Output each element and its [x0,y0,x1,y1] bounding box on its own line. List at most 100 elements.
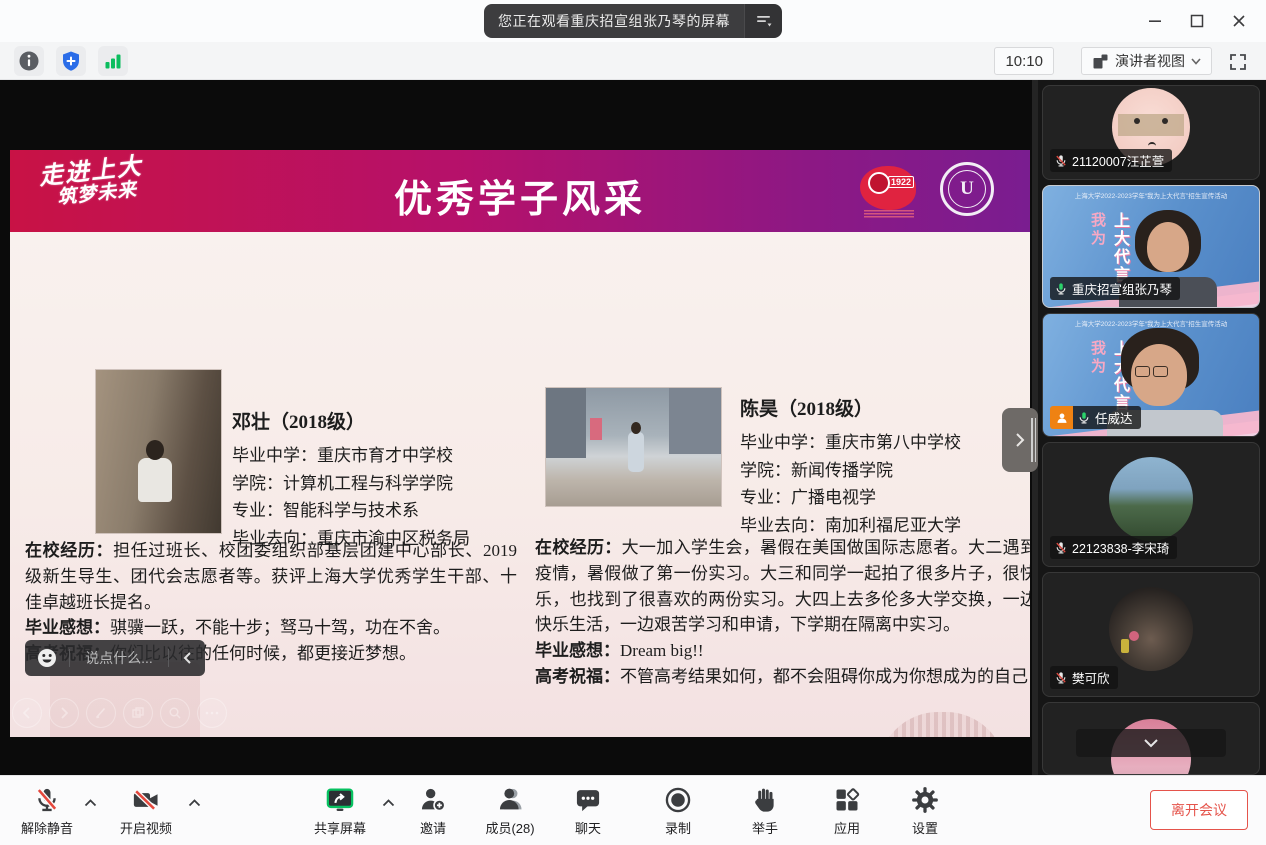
annotation-toolbar [12,698,227,728]
raise-hand-button[interactable]: 举手 [751,786,779,837]
university-seal-logo: U [940,162,994,216]
layout-icon [1092,53,1109,70]
participant-tile[interactable]: 樊可欣 [1042,572,1260,697]
meeting-toolbar-bottom: 解除静音 开启视频 共享屏幕 [0,775,1266,845]
student2-info-block: 陈昊（2018级） 毕业中学：重庆市第八中学校 学院：新闻传播学院 专业：广播电… [740,394,1025,539]
year-1922-label: 1922 [888,176,914,188]
shield-icon [60,50,82,72]
members-icon [496,786,524,814]
mic-on-icon [1054,282,1068,296]
student2-name: 陈昊（2018级） [740,394,1025,421]
close-icon [1232,14,1246,28]
participant-name: 任威达 [1095,408,1133,427]
maximize-icon [1190,14,1204,28]
mic-on-icon [1077,411,1091,425]
chevron-down-icon [1143,738,1159,748]
host-badge-icon [1050,406,1073,429]
menu-lines-icon [755,13,773,29]
maximize-button[interactable] [1184,8,1210,34]
view-mode-selector[interactable]: 演讲者视图 [1081,47,1212,75]
video-options-caret[interactable] [188,794,201,812]
student2-story: 在校经历：大一加入学生会，暑假在美国做国际志愿者。大二遇到疫情，暑假做了第一份实… [535,535,1030,690]
share-screen-icon [325,786,355,814]
camera-muted-icon [131,786,161,814]
more-tools-button[interactable] [197,698,227,728]
avatar [1109,457,1193,541]
mic-muted-icon [1054,154,1068,168]
student2-photo [545,387,722,507]
record-icon [664,786,692,814]
chat-input[interactable]: 说点什么... [70,648,168,668]
participants-sidebar: 21120007汪芷萱 上海大学2022-2023学年“我为上大代言”招生宣传活… [1038,80,1266,775]
collapse-chat-button[interactable] [169,651,205,665]
banner-menu-button[interactable] [744,4,782,38]
student1-name: 邓壮（2018级） [232,407,522,434]
shared-screen-region: 走进上大 筑梦未来 优秀学子风采 1922 U 自强不息 [0,80,1032,775]
slide-header-banner: 走进上大 筑梦未来 优秀学子风采 1922 U [10,150,1030,232]
participant-name: 21120007汪芷萱 [1072,151,1164,170]
virtual-bg-caption: 上海大学2022-2023学年“我为上大代言”招生宣传活动 [1043,190,1259,200]
student1-info-block: 邓壮（2018级） 毕业中学：重庆市育才中学校 学院：计算机工程与科学学院 专业… [232,407,522,552]
minimize-icon [1148,14,1162,28]
unmute-button[interactable]: 解除静音 [21,786,73,837]
settings-button[interactable]: 设置 [911,786,939,837]
participant-name: 22123838-李宋琦 [1072,538,1169,557]
apps-button[interactable]: 应用 [833,786,861,837]
start-video-button[interactable]: 开启视频 [120,786,172,837]
magnifier-tool-button[interactable] [160,698,190,728]
chat-bubble-icon [574,786,602,814]
members-button[interactable]: 成员(28) [485,786,534,837]
info-icon [18,50,40,72]
share-screen-button[interactable]: 共享屏幕 [314,786,366,837]
fullscreen-icon [1228,52,1248,72]
meeting-toolbar-top: 10:10 演讲者视图 [0,42,1266,80]
fullscreen-button[interactable] [1224,48,1252,76]
window-controls [1142,8,1252,34]
emoji-button[interactable] [25,647,69,669]
view-mode-label: 演讲者视图 [1115,51,1185,71]
meeting-security-button[interactable] [56,46,86,76]
record-button[interactable]: 录制 [664,786,692,837]
smiley-icon [36,647,58,669]
apps-grid-icon [833,786,861,814]
leave-meeting-button[interactable]: 离开会议 [1150,790,1248,830]
chevron-left-icon [182,651,193,665]
meeting-clock: 10:10 [994,47,1054,75]
participant-tile-presenter[interactable]: 上海大学2022-2023学年“我为上大代言”招生宣传活动 我为 上大代言 重庆… [1042,185,1260,308]
centennial-1922-logo: 1922 [860,162,918,220]
next-page-button[interactable] [49,698,79,728]
mic-options-caret[interactable] [84,794,97,812]
gear-icon [911,786,939,814]
prev-page-button[interactable] [12,698,42,728]
minimize-button[interactable] [1142,8,1168,34]
splitter-grip[interactable] [1031,418,1036,462]
share-options-caret[interactable] [382,794,395,812]
screen-watch-title: 您正在观看重庆招宣组张乃琴的屏幕 [484,4,744,38]
participant-tile-partial[interactable] [1042,702,1260,775]
watermark-library-building [878,712,1006,737]
participant-tile[interactable]: 21120007汪芷萱 [1042,85,1260,180]
avatar [1109,587,1193,671]
windows-tool-button[interactable] [123,698,153,728]
virtual-bg-caption: 上海大学2022-2023学年“我为上大代言”招生宣传活动 [1043,318,1259,328]
signal-bars-icon [102,50,124,72]
title-bar: 您正在观看重庆招宣组张乃琴的屏幕 [0,0,1266,42]
invite-person-icon [419,786,447,814]
mic-muted-icon [1054,671,1068,685]
network-quality-button[interactable] [98,46,128,76]
participant-tile[interactable]: 上海大学2022-2023学年“我为上大代言”招生宣传活动 我为 上大代言 [1042,313,1260,437]
participant-name: 樊可欣 [1072,668,1110,687]
mic-muted-icon [33,786,61,814]
pen-tool-button[interactable] [86,698,116,728]
chat-button[interactable]: 聊天 [574,786,602,837]
participant-tile[interactable]: 22123838-李宋琦 [1042,442,1260,567]
scroll-down-participants-button[interactable] [1076,729,1226,757]
quick-chat-bar: 说点什么... [25,640,205,676]
chevron-down-icon [1191,58,1201,65]
mic-muted-icon [1054,541,1068,555]
close-button[interactable] [1226,8,1252,34]
participant-name: 重庆招宣组张乃琴 [1072,279,1172,298]
invite-button[interactable]: 邀请 [419,786,447,837]
meeting-info-button[interactable] [14,46,44,76]
presenter-face [1147,222,1189,272]
